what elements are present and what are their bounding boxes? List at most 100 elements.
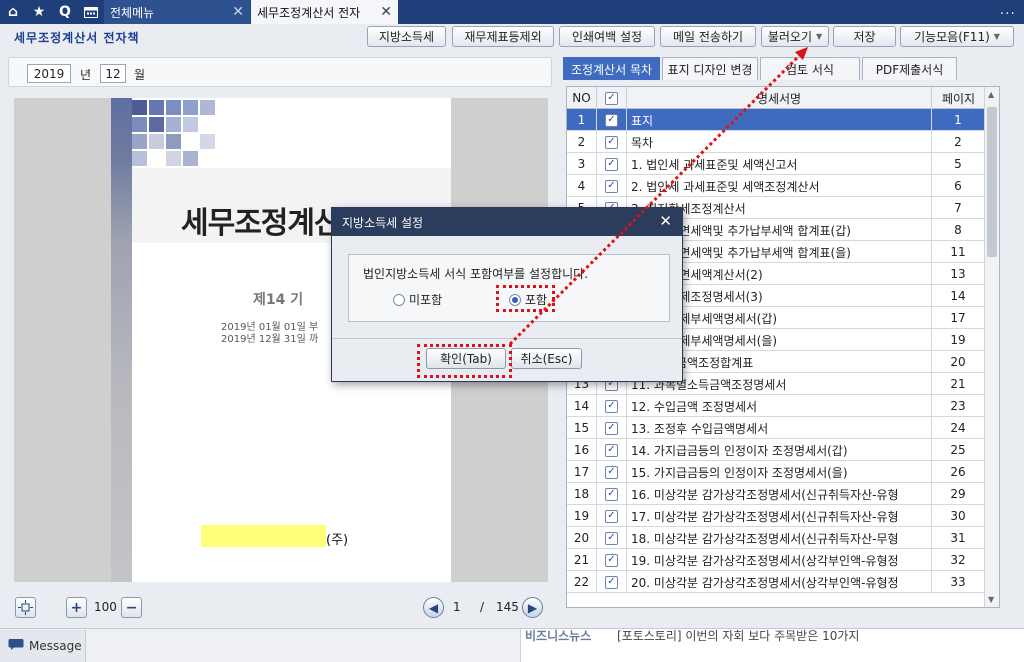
- row-check-cell[interactable]: ✓: [597, 571, 627, 593]
- row-no: 17: [567, 461, 597, 483]
- row-check-cell[interactable]: ✓: [597, 395, 627, 417]
- news-ticker[interactable]: 비즈니스뉴스 [포토스토리] 이번의 자회 보다 주목받은 10가지: [520, 629, 1024, 662]
- row-checkbox[interactable]: ✓: [605, 157, 618, 171]
- year-input[interactable]: 2019: [27, 64, 71, 83]
- row-check-cell[interactable]: ✓: [597, 153, 627, 175]
- row-no: 2: [567, 131, 597, 153]
- row-page: 14: [932, 285, 985, 307]
- fit-page-icon[interactable]: [15, 597, 36, 618]
- tab-pdf-forms[interactable]: PDF제출서식: [862, 57, 957, 80]
- scroll-thumb[interactable]: [987, 107, 997, 257]
- table-row[interactable]: 15 ✓ 13. 조정후 수입금액명세서 24: [567, 417, 985, 439]
- row-check-cell[interactable]: ✓: [597, 439, 627, 461]
- cover-square: [200, 100, 215, 115]
- row-page: 26: [932, 461, 985, 483]
- table-row[interactable]: 19 ✓ 17. 미상각분 감가상각조정명세서(신규취득자산-유형 30: [567, 505, 985, 527]
- cancel-button[interactable]: 취소(Esc): [511, 348, 582, 369]
- check-all-checkbox[interactable]: ✓: [605, 91, 618, 105]
- row-checkbox[interactable]: ✓: [605, 531, 618, 545]
- local-tax-button[interactable]: 지방소득세: [367, 26, 446, 47]
- dialog-divider: [332, 338, 682, 339]
- cover-square: [149, 117, 164, 132]
- scroll-up-icon[interactable]: ▲: [988, 90, 994, 99]
- tab-cover-design[interactable]: 표지 디자인 변경: [662, 57, 758, 80]
- row-checkbox[interactable]: ✓: [605, 179, 618, 193]
- load-button[interactable]: 불러오기 ▼: [761, 26, 829, 47]
- functions-button[interactable]: 기능모음(F11) ▼: [900, 26, 1014, 47]
- row-no: 15: [567, 417, 597, 439]
- send-email-button[interactable]: 메일 전송하기: [660, 26, 756, 47]
- row-checkbox[interactable]: ✓: [605, 575, 618, 589]
- tab-tax-adjustment[interactable]: 세무조정계산서 전자 ✕: [251, 0, 398, 24]
- total-pages: 145: [496, 600, 519, 614]
- table-row[interactable]: 2 ✓ 목차 2: [567, 131, 985, 153]
- message-tab[interactable]: Message: [0, 630, 86, 662]
- row-page: 17: [932, 307, 985, 329]
- row-checkbox[interactable]: ✓: [605, 443, 618, 457]
- close-icon[interactable]: ✕: [232, 4, 244, 20]
- row-check-cell[interactable]: ✓: [597, 109, 627, 131]
- tab-adjustment-toc[interactable]: 조정계산서 목차: [563, 57, 660, 80]
- row-check-cell[interactable]: ✓: [597, 505, 627, 527]
- row-name: 18. 미상각분 감가상각조정명세서(신규취득자산-무형: [627, 527, 932, 549]
- tab-label: 전체메뉴: [110, 5, 155, 20]
- row-check-cell[interactable]: ✓: [597, 175, 627, 197]
- current-page[interactable]: 1: [453, 600, 461, 614]
- cover-square: [166, 100, 181, 115]
- row-check-cell[interactable]: ✓: [597, 483, 627, 505]
- row-name: 20. 미상각분 감가상각조정명세서(상각부인액-유형정: [627, 571, 932, 593]
- save-button[interactable]: 저장: [833, 26, 896, 47]
- header-check-all[interactable]: ✓: [597, 87, 627, 109]
- table-row[interactable]: 18 ✓ 16. 미상각분 감가상각조정명세서(신규취득자산-유형 29: [567, 483, 985, 505]
- row-check-cell[interactable]: ✓: [597, 527, 627, 549]
- table-row[interactable]: 21 ✓ 19. 미상각분 감가상각조정명세서(상각부인액-유형정 32: [567, 549, 985, 571]
- table-row[interactable]: 16 ✓ 14. 가지급금등의 인정이자 조정명세서(갑) 25: [567, 439, 985, 461]
- cover-square: [132, 100, 147, 115]
- search-icon[interactable]: Q: [52, 0, 78, 24]
- cover-square: [200, 134, 215, 149]
- row-checkbox[interactable]: ✓: [605, 509, 618, 523]
- news-headline[interactable]: [포토스토리] 이번의 자회 보다 주목받은 10가지: [617, 629, 859, 644]
- close-icon[interactable]: ✕: [380, 4, 392, 20]
- scroll-down-icon[interactable]: ▼: [988, 595, 994, 604]
- row-checkbox[interactable]: ✓: [605, 553, 618, 567]
- zoom-out-button[interactable]: −: [121, 597, 142, 618]
- table-row[interactable]: 17 ✓ 15. 가지급금등의 인정이자 조정명세서(을) 26: [567, 461, 985, 483]
- row-check-cell[interactable]: ✓: [597, 417, 627, 439]
- more-icon[interactable]: ...: [1000, 2, 1016, 18]
- row-check-cell[interactable]: ✓: [597, 131, 627, 153]
- print-margin-button[interactable]: 인쇄여백 설정: [559, 26, 655, 47]
- home-icon[interactable]: ⌂: [0, 0, 26, 24]
- radio-exclude-circle[interactable]: [393, 293, 405, 306]
- close-icon[interactable]: ✕: [659, 212, 672, 230]
- zoom-in-button[interactable]: +: [66, 597, 87, 618]
- calendar-icon[interactable]: [78, 0, 104, 24]
- radio-exclude[interactable]: 미포함: [393, 291, 442, 308]
- row-checkbox[interactable]: ✓: [605, 487, 618, 501]
- row-checkbox[interactable]: ✓: [605, 135, 618, 149]
- prev-page-icon[interactable]: ◀: [423, 597, 444, 618]
- row-no: 3: [567, 153, 597, 175]
- star-icon[interactable]: ★: [26, 0, 52, 24]
- row-checkbox[interactable]: ✓: [605, 399, 618, 413]
- tab-review-forms[interactable]: 검토 서식: [760, 57, 860, 80]
- table-row[interactable]: 22 ✓ 20. 미상각분 감가상각조정명세서(상각부인액-유형정 33: [567, 571, 985, 593]
- chevron-down-icon: ▼: [993, 32, 1000, 41]
- table-row[interactable]: 3 ✓ 1. 법인세 과세표준및 세액신고서 5: [567, 153, 985, 175]
- table-row[interactable]: 14 ✓ 12. 수입금액 조정명세서 23: [567, 395, 985, 417]
- row-checkbox[interactable]: ✓: [605, 421, 618, 435]
- row-page: 33: [932, 571, 985, 593]
- row-check-cell[interactable]: ✓: [597, 549, 627, 571]
- table-scrollbar[interactable]: ▲ ▼: [984, 87, 999, 607]
- row-checkbox[interactable]: ✓: [605, 113, 618, 127]
- radio-exclude-label: 미포함: [409, 293, 443, 307]
- row-checkbox[interactable]: ✓: [605, 465, 618, 479]
- month-input[interactable]: 12: [100, 64, 126, 83]
- table-row[interactable]: 4 ✓ 2. 법인세 과세표준및 세액조정계산서 6: [567, 175, 985, 197]
- next-page-icon[interactable]: ▶: [522, 597, 543, 618]
- table-row[interactable]: 1 ✓ 표지 1: [567, 109, 985, 131]
- exclude-fin-statements-button[interactable]: 재무제표등제외: [452, 26, 554, 47]
- tab-full-menu[interactable]: 전체메뉴 ✕: [104, 0, 250, 24]
- table-row[interactable]: 20 ✓ 18. 미상각분 감가상각조정명세서(신규취득자산-무형 31: [567, 527, 985, 549]
- row-check-cell[interactable]: ✓: [597, 461, 627, 483]
